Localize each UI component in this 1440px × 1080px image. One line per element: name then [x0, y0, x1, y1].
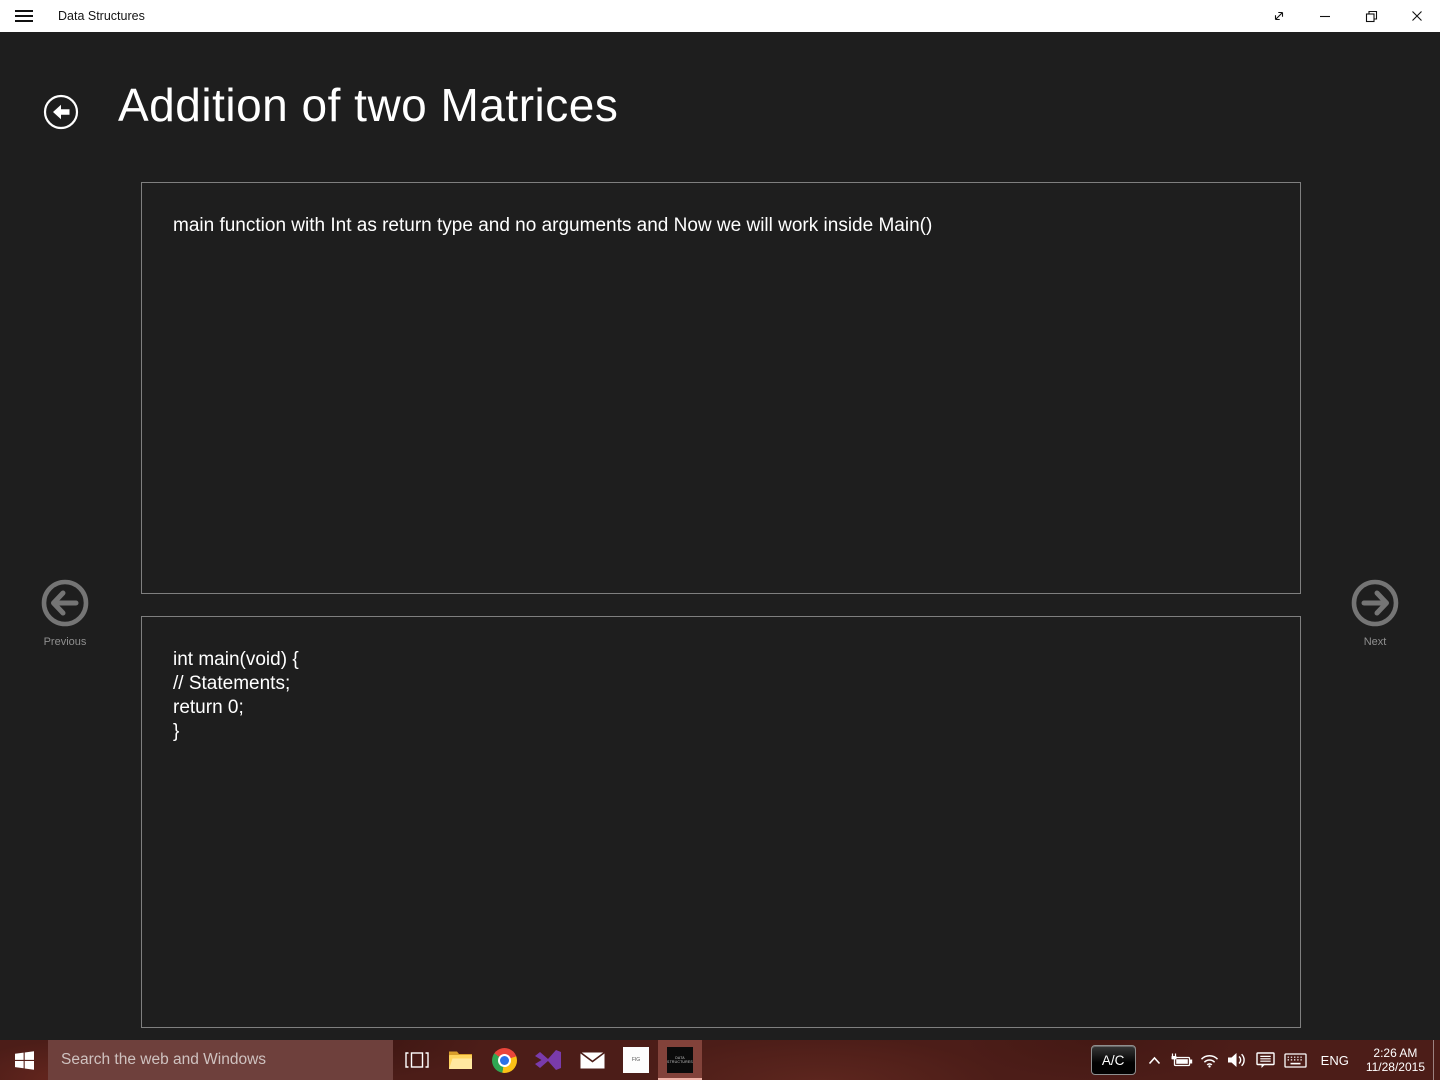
fig-app-icon: FIG: [623, 1047, 649, 1073]
hamburger-menu-button[interactable]: [0, 0, 48, 32]
close-button[interactable]: [1394, 0, 1440, 32]
volume-button[interactable]: [1223, 1040, 1251, 1080]
code-box: int main(void) { // Statements; return 0…: [141, 616, 1301, 1028]
data-structures-app-button[interactable]: DATA STRUCTURES: [658, 1040, 702, 1080]
file-explorer-button[interactable]: [438, 1040, 482, 1080]
system-tray: A/C ENG 2:26 AM 11/28/2015: [1085, 1040, 1440, 1080]
code-block: int main(void) { // Statements; return 0…: [173, 648, 299, 744]
description-text: main function with Int as return type an…: [173, 215, 933, 236]
wifi-button[interactable]: [1196, 1040, 1223, 1080]
action-center-icon: [1255, 1051, 1275, 1068]
exit-fullscreen-button[interactable]: [1256, 0, 1302, 32]
visual-studio-icon: [535, 1050, 561, 1070]
back-button[interactable]: [42, 93, 80, 131]
clock-time: 2:26 AM: [1373, 1046, 1418, 1060]
hamburger-icon: [15, 7, 33, 25]
chrome-icon: [491, 1047, 517, 1073]
language-indicator[interactable]: ENG: [1312, 1053, 1358, 1068]
clock-date: 11/28/2015: [1365, 1060, 1425, 1074]
code-line: return 0;: [173, 697, 244, 718]
keyboard-icon: [1284, 1052, 1307, 1068]
back-icon: [43, 94, 79, 130]
diagonal-resize-icon: [1274, 11, 1284, 21]
previous-label: Previous: [43, 636, 87, 648]
battery-status-button[interactable]: [1168, 1040, 1196, 1080]
titlebar: Data Structures: [0, 0, 1440, 32]
visual-studio-button[interactable]: [526, 1040, 570, 1080]
data-structures-app-icon: DATA STRUCTURES: [667, 1047, 693, 1073]
next-icon: [1351, 579, 1399, 627]
close-icon: [1412, 11, 1422, 21]
mail-icon: [579, 1051, 605, 1068]
task-view-button[interactable]: [396, 1040, 438, 1080]
power-mode-label: A/C: [1090, 1045, 1136, 1075]
chrome-button[interactable]: [482, 1040, 526, 1080]
window-title: Data Structures: [58, 9, 145, 23]
code-line: int main(void) {: [173, 649, 299, 670]
previous-icon: [41, 579, 89, 627]
clock[interactable]: 2:26 AM 11/28/2015: [1358, 1046, 1433, 1074]
minimize-button[interactable]: [1302, 0, 1348, 32]
action-center-button[interactable]: [1251, 1040, 1280, 1080]
taskbar-search[interactable]: [48, 1040, 393, 1080]
file-explorer-icon: [448, 1051, 472, 1069]
volume-icon: [1228, 1053, 1245, 1067]
touch-keyboard-button[interactable]: [1280, 1040, 1312, 1080]
description-box: main function with Int as return type an…: [141, 182, 1301, 594]
fig-app-button[interactable]: FIG: [614, 1040, 658, 1080]
windows-logo-icon: [14, 1050, 34, 1070]
show-desktop-button[interactable]: [1433, 1040, 1440, 1080]
wifi-icon: [1200, 1054, 1218, 1068]
taskbar: FIG DATA STRUCTURES A/C: [0, 1040, 1440, 1080]
start-button[interactable]: [0, 1040, 48, 1080]
chevron-up-icon: [1149, 1056, 1161, 1064]
hidden-icons-button[interactable]: [1142, 1040, 1168, 1080]
task-view-icon: [405, 1052, 429, 1068]
minimize-icon: [1320, 15, 1330, 18]
battery-charging-icon: [1171, 1053, 1192, 1067]
next-button[interactable]: Next: [1349, 577, 1401, 648]
power-mode-button[interactable]: A/C: [1085, 1040, 1142, 1080]
app-window: Data Structures Addition of two Matrices…: [0, 0, 1440, 1080]
restore-icon: [1365, 10, 1377, 22]
mail-button[interactable]: [570, 1040, 614, 1080]
next-label: Next: [1363, 636, 1387, 648]
code-line: // Statements;: [173, 673, 291, 694]
page-title: Addition of two Matrices: [118, 79, 619, 131]
code-line: }: [173, 721, 180, 742]
previous-button[interactable]: Previous: [39, 577, 91, 648]
restore-button[interactable]: [1348, 0, 1394, 32]
search-input[interactable]: [48, 1040, 393, 1080]
